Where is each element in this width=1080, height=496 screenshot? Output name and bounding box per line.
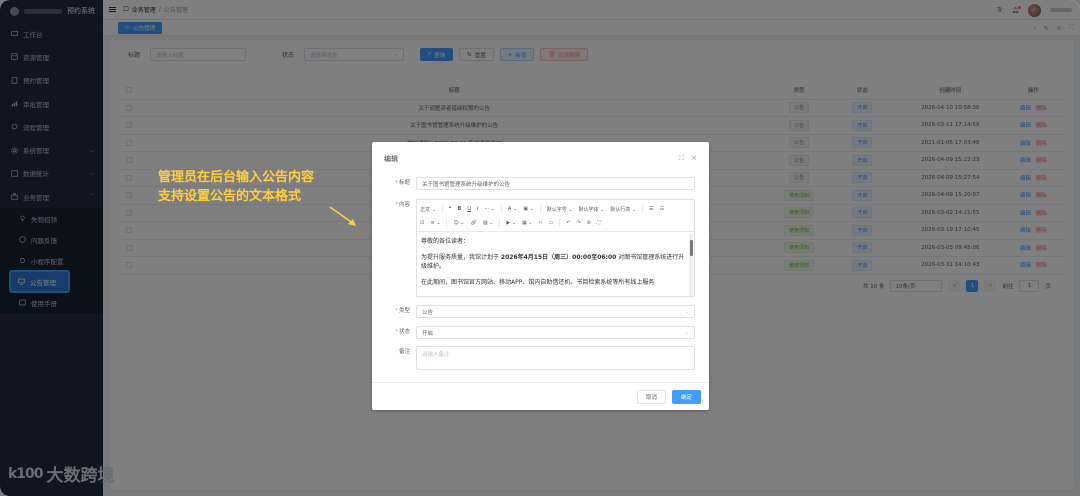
annotation-callout: 管理员在后台输入公告内容 支持设置公告的文本格式 — [158, 168, 314, 206]
form-row-title: *标题 关于图书馆管理系统升级维护的公告 — [372, 177, 695, 190]
underline-icon[interactable]: U — [467, 206, 471, 212]
app-frame: 预约系统 工作台 资源管理 预约管理 审批管理 流程管理 系统管理 ⌄ — [0, 0, 1080, 496]
image-icon[interactable]: ▨ ⌄ — [483, 220, 494, 226]
divider-icon[interactable]: ▭ — [548, 220, 553, 226]
callout-line-1: 管理员在后台输入公告内容 — [158, 170, 315, 185]
dialog-header-actions: ⛶ × — [679, 154, 697, 163]
form-row-type: *类型 公告 ⌄ — [372, 305, 695, 318]
dialog-footer: 取消 确定 — [636, 390, 701, 404]
align-icon[interactable]: ≡ ⌄ — [430, 220, 440, 226]
remark-textarea[interactable]: 请输入备注 — [416, 346, 695, 370]
form-label-type: *类型 — [395, 308, 410, 314]
table-icon[interactable]: ▦ ⌄ — [522, 220, 533, 226]
status-select[interactable]: 开启 ⌄ — [416, 326, 695, 339]
type-select[interactable]: 公告 ⌄ — [416, 305, 695, 318]
toolbar-row-2: ☑ ≡ ⌄ ☺ ⌄ 🔗︎ ▨ ⌄ ▶ ⌄ ▦ ⌄ ‹› ▭ ↶ ↷ ⊘ ⛶ — [420, 216, 691, 230]
confirm-button[interactable]: 确定 — [671, 390, 701, 404]
callout-line-2: 支持设置公告的文本格式 — [158, 189, 302, 204]
title-value: 关于图书馆管理系统升级维护的公告 — [422, 181, 511, 188]
fullscreen-icon[interactable]: ⛶ — [679, 154, 684, 163]
cancel-button[interactable]: 取消 — [636, 390, 666, 404]
chevron-down-icon: ⌄ — [684, 308, 689, 315]
quote-icon[interactable]: ❝ — [449, 206, 452, 212]
editor-toolbar: 正文 ⌄ ❝ B U I ··· ⌄ A ⌄ ▣ ⌄ 默认字号 ⌄ 默认字体 ⌄ — [417, 200, 694, 232]
toolbar-separator — [446, 219, 448, 227]
bg-color-icon[interactable]: ▣ ⌄ — [523, 206, 534, 212]
form-label-remark: 备注 — [398, 349, 410, 355]
link-icon[interactable]: 🔗︎ — [470, 220, 476, 226]
code-icon[interactable]: ‹› — [538, 220, 542, 226]
form-label-status: *状态 — [395, 329, 410, 335]
toolbar-separator — [501, 205, 503, 213]
font-color-icon[interactable]: A ⌄ — [508, 206, 517, 212]
redo-icon[interactable]: ↷ — [576, 220, 580, 226]
form-label-content: *内容 — [395, 202, 410, 208]
dialog-title: 编辑 — [384, 155, 398, 163]
more-icon[interactable]: ··· ⌄ — [484, 206, 495, 212]
toolbar-separator — [499, 219, 501, 227]
toolbar-separator — [539, 205, 541, 213]
form-row-status: *状态 开启 ⌄ — [372, 326, 695, 339]
content-paragraph: 为提升服务质量，我馆计划于 2026年4月15日（周三）00:00至06:00 … — [421, 253, 685, 271]
clear-format-icon[interactable]: ⊘ — [587, 220, 591, 226]
close-icon[interactable]: × — [691, 154, 697, 163]
numbered-list-icon[interactable]: ☷ — [660, 206, 664, 212]
edit-dialog: 编辑 ⛶ × *标题 关于图书馆管理系统升级维护的公告 *内容 正文 ⌄ ❝ B… — [372, 142, 709, 410]
emoji-icon[interactable]: ☺ ⌄ — [453, 220, 464, 226]
dialog-divider — [372, 382, 709, 383]
toolbar-separator — [559, 219, 561, 227]
title-field[interactable]: 关于图书馆管理系统升级维护的公告 — [416, 177, 695, 190]
content-paragraph: 尊敬的各位读者： — [421, 238, 470, 245]
status-value: 开启 — [422, 330, 434, 337]
line-height-select[interactable]: 默认行高 ⌄ — [610, 206, 636, 213]
toolbar-separator — [441, 205, 443, 213]
form-label-title: *标题 — [395, 180, 410, 186]
editor-content[interactable]: 尊敬的各位读者： 为提升服务质量，我馆计划于 2026年4月15日（周三）00:… — [417, 232, 694, 287]
bold-icon[interactable]: B — [458, 206, 462, 212]
form-row-remark: 备注 请输入备注 — [372, 346, 695, 370]
toolbar-separator — [642, 205, 644, 213]
dialog-header: 编辑 ⛶ × — [372, 142, 709, 176]
paragraph-select[interactable]: 正文 ⌄ — [420, 206, 436, 213]
editor-scrollbar[interactable] — [689, 234, 693, 296]
remark-placeholder: 请输入备注 — [422, 352, 450, 358]
font-family-select[interactable]: 默认字体 ⌄ — [579, 206, 605, 213]
rich-text-editor[interactable]: 正文 ⌄ ❝ B U I ··· ⌄ A ⌄ ▣ ⌄ 默认字号 ⌄ 默认字体 ⌄ — [416, 199, 695, 297]
video-icon[interactable]: ▶ ⌄ — [506, 220, 516, 226]
italic-icon[interactable]: I — [477, 206, 478, 212]
fullscreen-icon[interactable]: ⛶ — [597, 220, 601, 226]
arrow-icon — [329, 206, 356, 226]
form-row-content: *内容 正文 ⌄ ❝ B U I ··· ⌄ A ⌄ ▣ ⌄ 默认字号 ⌄ 默认… — [372, 199, 695, 297]
bullet-list-icon[interactable]: ☰ — [649, 206, 653, 212]
chevron-down-icon: ⌄ — [684, 329, 689, 336]
toolbar-row-1: 正文 ⌄ ❝ B U I ··· ⌄ A ⌄ ▣ ⌄ 默认字号 ⌄ 默认字体 ⌄ — [420, 202, 691, 216]
content-paragraph: 在此期间，图书馆官方网站、移动APP、馆内自助借还机、书目检索系统等所有线上服务 — [421, 278, 655, 286]
type-value: 公告 — [422, 309, 434, 316]
undo-icon[interactable]: ↶ — [566, 220, 570, 226]
font-size-select[interactable]: 默认字号 ⌄ — [547, 206, 573, 213]
todo-icon[interactable]: ☑ — [420, 220, 424, 226]
scrollbar-thumb[interactable] — [689, 240, 693, 256]
